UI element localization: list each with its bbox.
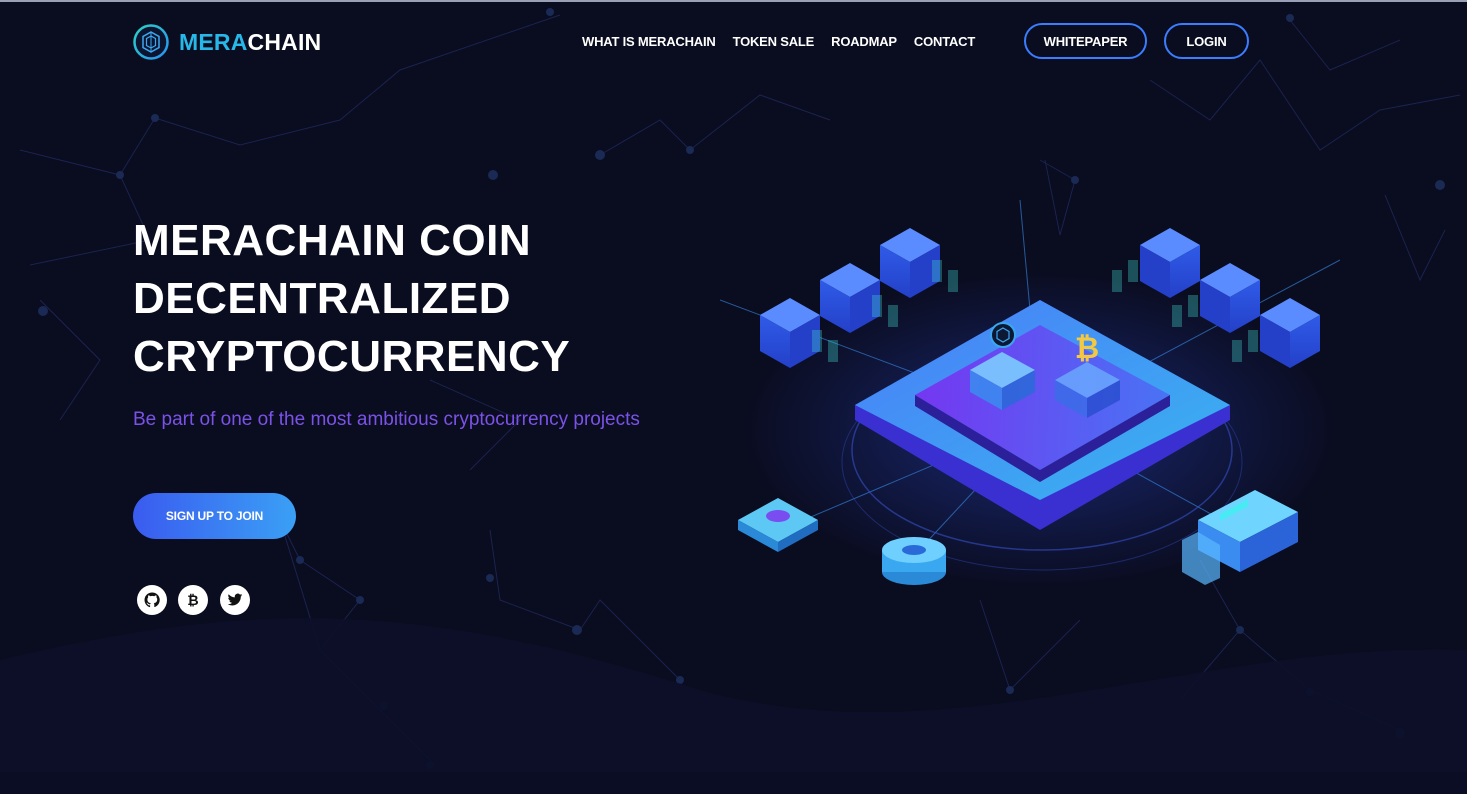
nav-what-is-merachain[interactable]: WHAT IS MERACHAIN (582, 34, 716, 49)
hero-title-line: DECENTRALIZED (133, 274, 512, 323)
twitter-link[interactable] (220, 585, 250, 615)
sign-up-button[interactable]: SIGN UP TO JOIN (133, 493, 296, 539)
nav-roadmap[interactable]: ROADMAP (831, 34, 897, 49)
github-icon (144, 592, 160, 608)
github-link[interactable] (137, 585, 167, 615)
logo-icon (133, 24, 169, 60)
hero-subtitle: Be part of one of the most ambitious cry… (133, 409, 640, 430)
twitter-icon (227, 593, 243, 606)
hero-title-line: CRYPTOCURRENCY (133, 332, 571, 381)
bitcoin-icon: ₿ (187, 592, 199, 608)
main-nav: WHAT IS MERACHAIN TOKEN SALE ROADMAP CON… (582, 34, 975, 49)
bitcoin-link[interactable]: ₿ (178, 585, 208, 615)
nav-token-sale[interactable]: TOKEN SALE (733, 34, 815, 49)
hero-title-line: MERACHAIN COIN (133, 216, 532, 265)
blockchain-illustration: ₿ (720, 200, 1340, 590)
whitepaper-button[interactable]: WHITEPAPER (1024, 23, 1147, 59)
svg-text:₿: ₿ (1075, 331, 1099, 366)
login-button[interactable]: LOGIN (1164, 23, 1249, 59)
brand-name: MERACHAIN (179, 28, 322, 55)
site-header: MERACHAIN WHAT IS MERACHAIN TOKEN SALE R… (0, 0, 1467, 84)
nav-contact[interactable]: CONTACT (914, 34, 975, 49)
hero-title: MERACHAIN COIN DECENTRALIZED CRYPTOCURRE… (133, 212, 653, 386)
footer-band (0, 772, 1467, 794)
brand-logo[interactable]: MERACHAIN (133, 24, 321, 60)
